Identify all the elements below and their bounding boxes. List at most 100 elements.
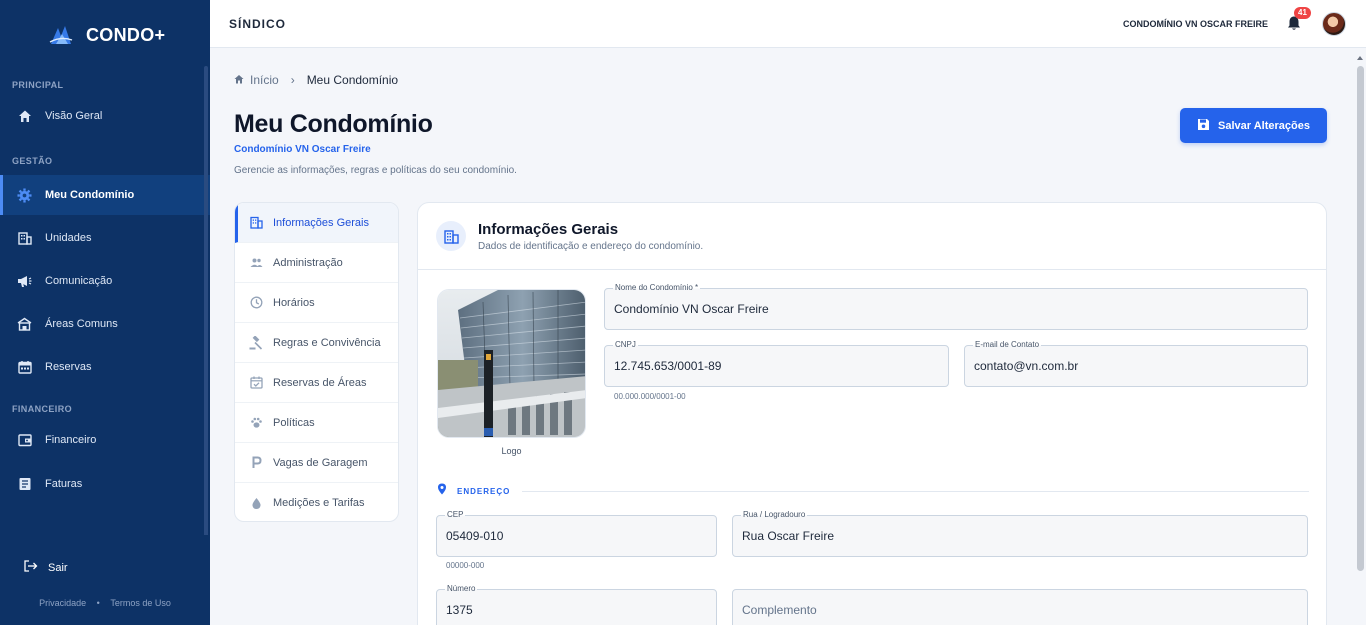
map-pin-icon <box>437 482 447 500</box>
topbar: SÍNDICO CONDOMÍNIO VN OSCAR FREIRE 41 <box>210 0 1366 48</box>
bell-icon <box>1286 16 1302 36</box>
sidebar-item-label: Reservas <box>45 361 92 373</box>
menu-item-label: Vagas de Garagem <box>273 456 368 469</box>
clock-icon <box>249 296 263 310</box>
address-heading-text: ENDEREÇO <box>457 486 511 496</box>
main-scrollbar[interactable] <box>1357 66 1364 571</box>
building-icon <box>249 216 263 230</box>
breadcrumb-separator: › <box>290 73 295 87</box>
sidebar-item-meu-condominio[interactable]: Meu Condomínio <box>0 175 210 215</box>
drop-icon <box>249 496 263 510</box>
brand-name: CONDO+ <box>86 24 166 45</box>
megaphone-icon <box>16 273 33 290</box>
cep-field: CEP <box>436 509 717 557</box>
menu-item-administracao[interactable]: Administração <box>235 243 398 283</box>
calendar-check-icon <box>249 376 263 390</box>
menu-item-label: Informações Gerais <box>273 216 369 229</box>
logout-button[interactable]: Sair <box>24 560 68 575</box>
building-photo <box>438 290 585 437</box>
menu-item-label: Reservas de Áreas <box>273 376 367 389</box>
sidebar-item-visao-geral[interactable]: Visão Geral <box>0 96 210 136</box>
wallet-icon <box>16 432 33 449</box>
avatar[interactable] <box>1322 11 1346 36</box>
menu-item-medicoes-tarifas[interactable]: Medições e Tarifas <box>235 483 398 521</box>
cnpj-field-label: CNPJ <box>613 339 638 351</box>
nav-section-principal: PRINCIPAL <box>12 80 64 90</box>
menu-item-politicas[interactable]: Políticas <box>235 403 398 443</box>
menu-item-informacoes-gerais[interactable]: Informações Gerais <box>235 203 398 243</box>
cnpj-field: CNPJ <box>604 339 949 387</box>
name-input[interactable] <box>605 289 1307 329</box>
cep-helper: 00000-000 <box>446 561 485 570</box>
card-description: Dados de identificação e endereço do con… <box>478 240 704 252</box>
breadcrumb-current: Meu Condomínio <box>306 73 399 87</box>
gavel-icon <box>249 335 263 350</box>
page-description: Gerencie as informações, regras e políti… <box>234 165 517 176</box>
card-title: Informações Gerais <box>478 220 619 238</box>
street-input[interactable] <box>733 516 1307 556</box>
menu-item-vagas-garagem[interactable]: Vagas de Garagem <box>235 443 398 483</box>
sidebar-item-label: Meu Condomínio <box>45 189 135 201</box>
logo-label: Logo <box>501 446 522 456</box>
sidebar-scrollbar[interactable] <box>204 66 208 546</box>
legal-links: Privacidade • Termos de Uso <box>0 598 210 608</box>
building-icon <box>16 230 33 247</box>
sidebar-item-label: Financeiro <box>45 434 97 446</box>
page-title: Meu Condomínio <box>234 110 433 138</box>
street-field: Rua / Logradouro <box>732 509 1308 557</box>
cep-field-label: CEP <box>445 509 466 521</box>
breadcrumb-home[interactable]: Início <box>250 73 279 87</box>
logout-label: Sair <box>48 561 68 574</box>
sidebar-item-unidades[interactable]: Unidades <box>0 218 210 258</box>
settings-menu: Informações Gerais Administração Horário… <box>234 202 399 522</box>
sidebar-item-faturas[interactable]: Faturas <box>0 464 210 504</box>
menu-item-label: Regras e Convivência <box>273 336 381 349</box>
menu-item-horarios[interactable]: Horários <box>235 283 398 323</box>
street-field-label: Rua / Logradouro <box>741 509 808 521</box>
name-field-label: Nome do Condomínio * <box>613 282 701 294</box>
brand[interactable]: CONDO+ <box>0 0 210 70</box>
card-header: Informações Gerais Dados de identificaçã… <box>418 203 1326 270</box>
complement-field <box>732 589 1308 625</box>
save-button[interactable]: Salvar Alterações <box>1180 108 1327 143</box>
logo-upload[interactable] <box>437 289 586 438</box>
users-icon <box>249 256 263 270</box>
notifications-button[interactable]: 41 <box>1286 6 1311 36</box>
page-subtitle: Condomínio VN Oscar Freire <box>234 144 371 155</box>
sidebar-item-label: Áreas Comuns <box>45 318 118 330</box>
sidebar-item-financeiro[interactable]: Financeiro <box>0 420 210 460</box>
menu-item-regras-convivencia[interactable]: Regras e Convivência <box>235 323 398 363</box>
paw-icon <box>249 416 263 430</box>
sidebar-item-comunicacao[interactable]: Comunicação <box>0 261 210 301</box>
main-content: Início › Meu Condomínio Meu Condomínio C… <box>210 48 1366 625</box>
menu-item-reservas-areas[interactable]: Reservas de Áreas <box>235 363 398 403</box>
name-field: Nome do Condomínio * <box>604 282 1308 330</box>
email-field: E-mail de Contato <box>964 339 1308 387</box>
breadcrumb: Início › Meu Condomínio <box>234 73 398 87</box>
scroll-up-arrow[interactable] <box>1357 56 1363 60</box>
save-button-label: Salvar Alterações <box>1218 119 1310 132</box>
sidebar-item-label: Unidades <box>45 232 92 244</box>
email-input[interactable] <box>965 346 1307 386</box>
sidebar-item-label: Comunicação <box>45 275 113 287</box>
general-info-card: Informações Gerais Dados de identificaçã… <box>417 202 1327 625</box>
menu-item-label: Administração <box>273 256 343 269</box>
sidebar-item-label: Faturas <box>45 478 83 490</box>
sidebar-item-reservas[interactable]: Reservas <box>0 347 210 387</box>
cep-input[interactable] <box>437 516 716 556</box>
invoice-icon <box>16 476 33 493</box>
nav-section-financeiro: FINANCEIRO <box>12 404 72 414</box>
sidebar-item-areas-comuns[interactable]: Áreas Comuns <box>0 304 210 344</box>
cnpj-input[interactable] <box>605 346 948 386</box>
condo-selector[interactable]: CONDOMÍNIO VN OSCAR FREIRE <box>1123 19 1268 29</box>
sidebar-footer <box>0 535 210 625</box>
home-icon <box>16 108 33 125</box>
number-input[interactable] <box>437 590 716 625</box>
logout-icon <box>24 560 38 575</box>
menu-item-label: Medições e Tarifas <box>273 497 365 509</box>
terms-link[interactable]: Termos de Uso <box>110 598 171 608</box>
home-small-icon <box>234 73 244 87</box>
privacy-link[interactable]: Privacidade <box>39 598 86 608</box>
notification-badge: 41 <box>1294 6 1311 19</box>
complement-input[interactable] <box>733 590 1307 625</box>
